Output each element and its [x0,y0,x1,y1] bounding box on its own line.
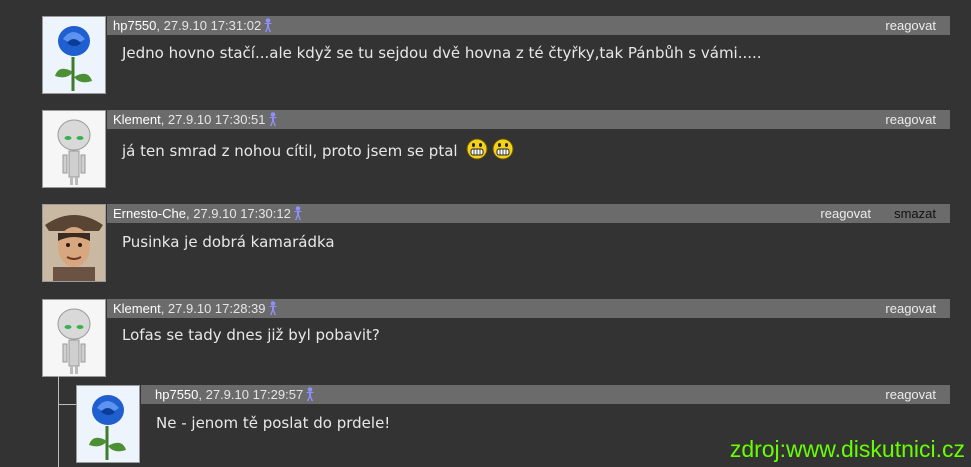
reply-link[interactable]: reagovat [820,204,871,223]
avatar[interactable] [42,299,106,377]
comment-header: Klement, 27.9.10 17:28:39 reagovat [107,299,950,318]
comment-text: Pusinka je dobrá kamarádka [122,233,335,251]
avatar[interactable] [42,16,106,94]
avatar[interactable] [76,385,140,463]
timestamp: , 27.9.10 17:30:12 [185,206,291,221]
thread-line [58,376,59,467]
username-link[interactable]: hp7550 [107,18,156,33]
person-icon[interactable] [268,301,278,315]
grin-smiley-icon [466,138,488,160]
timestamp: , 27.9.10 17:30:51 [160,112,266,127]
username-link[interactable]: Ernesto-Che [107,206,186,221]
comment-text: Jedno hovno stačí...ale když se tu sejdo… [122,44,762,62]
comment-text: Lofas se tady dnes již byl pobavit? [122,326,380,344]
delete-link[interactable]: smazat [894,204,936,223]
thread-line [58,404,76,405]
reply-link[interactable]: reagovat [885,110,936,129]
comment-text: Ne - jenom tě poslat do prdele! [156,414,391,432]
avatar[interactable] [42,110,106,188]
person-icon[interactable] [268,112,278,126]
person-icon[interactable] [305,387,315,401]
comment-header: Ernesto-Che, 27.9.10 17:30:12 reagovat s… [107,204,950,223]
robot-avatar-icon [43,111,105,187]
reply-link[interactable]: reagovat [885,299,936,318]
person-icon[interactable] [263,18,273,32]
comment-header: hp7550, 27.9.10 17:31:02 reagovat [107,16,950,35]
blue-rose-avatar-icon [43,17,105,93]
reply-link[interactable]: reagovat [885,385,936,404]
reply-link[interactable]: reagovat [885,16,936,35]
grin-smiley-icon [492,138,514,160]
robot-avatar-icon [43,300,105,376]
username-link[interactable]: Klement [107,301,161,316]
comment-text-content: já ten smrad z nohou cítil, proto jsem s… [122,142,458,160]
portrait-avatar-icon [43,205,105,281]
username-link[interactable]: Klement [107,112,161,127]
source-watermark: zdroj:www.diskutnici.cz [729,436,965,462]
timestamp: , 27.9.10 17:28:39 [160,301,266,316]
comment-header: hp7550, 27.9.10 17:29:57 reagovat [141,385,950,404]
avatar[interactable] [42,204,106,282]
comment-header: Klement, 27.9.10 17:30:51 reagovat [107,110,950,129]
blue-rose-avatar-icon [77,386,139,462]
comment-text: já ten smrad z nohou cítil, proto jsem s… [122,138,514,160]
timestamp: , 27.9.10 17:31:02 [156,18,262,33]
timestamp: , 27.9.10 17:29:57 [198,387,304,402]
person-icon[interactable] [293,206,303,220]
username-link[interactable]: hp7550 [141,387,198,402]
